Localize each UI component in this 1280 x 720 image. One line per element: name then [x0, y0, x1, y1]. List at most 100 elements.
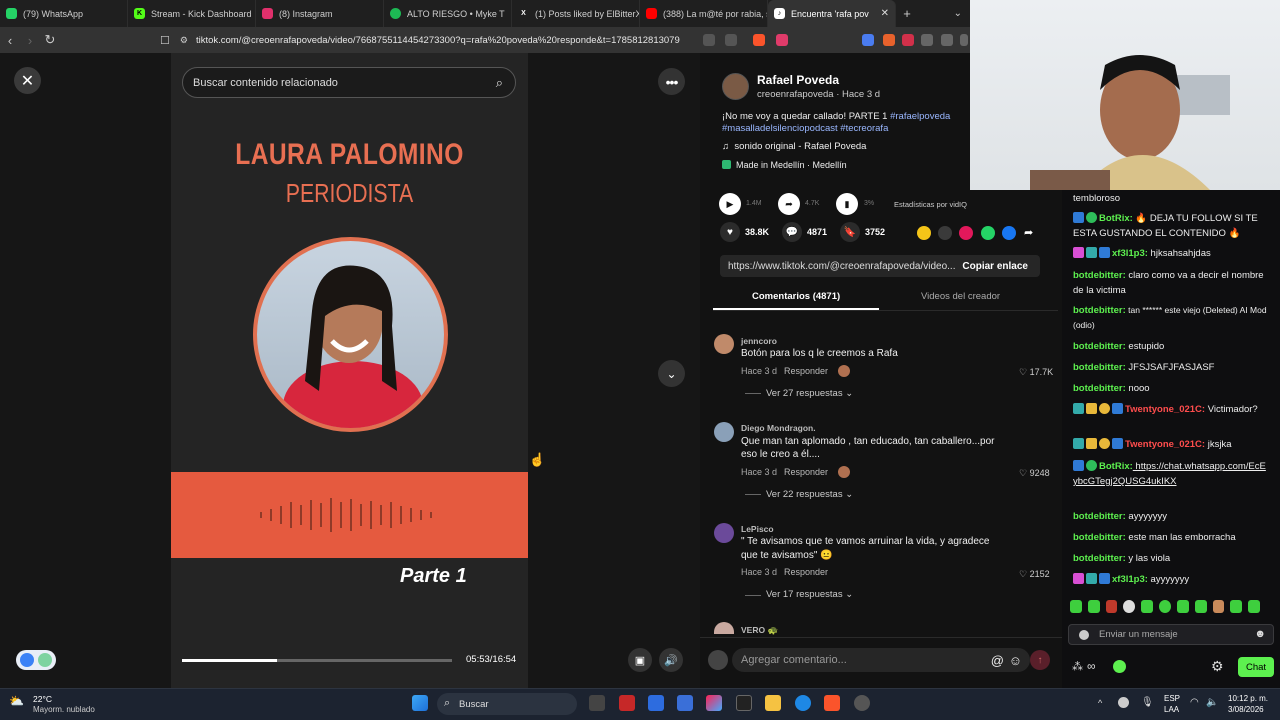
extension-m-icon[interactable] [902, 34, 914, 46]
comment-user[interactable]: jenncoro [741, 336, 777, 346]
tab-kick[interactable]: K Stream - Kick Dashboard [128, 0, 256, 27]
weather-temp[interactable]: 22°C [33, 694, 52, 704]
tab-whatsapp[interactable]: (79) WhatsApp [0, 0, 128, 27]
share-send-icon[interactable] [959, 226, 973, 240]
author-name[interactable]: Rafael Poveda [757, 73, 839, 87]
app-store-icon[interactable] [648, 695, 664, 711]
reload-icon[interactable]: ↻ [40, 32, 60, 48]
emote-icon[interactable] [1141, 600, 1154, 613]
terminal-icon[interactable] [736, 695, 752, 711]
windows-start-icon[interactable] [412, 695, 428, 711]
emoji-icon[interactable]: ☻ [1254, 628, 1266, 640]
emote-icon[interactable] [1105, 600, 1118, 613]
facebook-share-icon[interactable] [1002, 226, 1016, 240]
comment-like[interactable]: ♡ 17.7K [1019, 367, 1053, 378]
close-tab-icon[interactable]: ✕ [881, 8, 889, 19]
comment-like[interactable]: ♡ 2152 [1019, 569, 1050, 580]
search-icon[interactable]: ⌕ [496, 75, 503, 91]
infinity-icon[interactable]: ∞ [1087, 659, 1096, 673]
related-search-input[interactable]: Buscar contenido relacionado ⌕ [182, 67, 516, 98]
comment-avatar[interactable] [714, 523, 734, 543]
emote-icon[interactable] [1070, 600, 1082, 613]
translate-icon[interactable] [725, 34, 737, 46]
more-options-button[interactable]: ••• [658, 68, 685, 95]
site-info-icon[interactable]: ⚙ [180, 35, 188, 46]
more-share-icon[interactable]: ➦ [1024, 226, 1033, 239]
embed-icon[interactable] [938, 226, 952, 240]
save-button[interactable]: 🔖 [840, 222, 860, 242]
taskbar-search[interactable]: ⌕ Buscar [437, 693, 577, 715]
brave-icon[interactable] [824, 695, 840, 711]
pip-button[interactable]: ▣ [628, 648, 652, 672]
screen-cast-icon[interactable] [703, 34, 715, 46]
comment-like[interactable]: ♡ 9248 [1019, 468, 1050, 479]
tab-creator-videos[interactable]: Videos del creador [921, 291, 1000, 302]
view-replies-button[interactable]: Ver 17 respuestas ⌄ [766, 589, 853, 600]
comment-button[interactable]: 💬 [782, 222, 802, 242]
tab-list-chevron-icon[interactable]: ⌄ [954, 8, 962, 19]
url-field[interactable]: tiktok.com/@creoenrafapoveda/video/76687… [196, 35, 680, 46]
tab-tiktok[interactable]: ♪ Encuentra 'rafa pov ✕ [768, 0, 896, 27]
clock-date[interactable]: 3/08/2026 [1228, 705, 1264, 714]
post-comment-button[interactable]: ↑ [1030, 650, 1050, 670]
comment-user[interactable]: VERO 🐢 [741, 625, 778, 636]
author-handle[interactable]: creoenrafapoveda · Hace 3 d [757, 89, 880, 100]
extension-fox-icon[interactable] [883, 34, 895, 46]
wifi-icon[interactable]: ◠ [1190, 697, 1199, 708]
language-code[interactable]: ESP [1164, 694, 1180, 703]
sound-row[interactable]: ♫ sonido original - Rafael Poveda [722, 141, 866, 152]
extension-translate-icon[interactable] [862, 34, 874, 46]
weather-desc[interactable]: Mayorm. nublado [33, 705, 95, 714]
video-progress-bar[interactable] [182, 659, 452, 662]
whatsapp-share-icon[interactable] [981, 226, 995, 240]
microphone-icon[interactable]: 🎙 [1141, 697, 1154, 708]
back-icon[interactable]: ‹ [0, 33, 20, 48]
play-stats-button[interactable]: ▶ [719, 193, 741, 215]
next-video-button[interactable]: ⌄ [658, 360, 685, 387]
comment-user[interactable]: LePisco [741, 524, 774, 534]
kick-logo-icon[interactable] [1113, 660, 1126, 673]
emote-icon[interactable] [1159, 600, 1171, 613]
emote-icon[interactable] [1176, 600, 1189, 613]
chat-emote-icon[interactable]: ⁂ [1072, 660, 1083, 673]
obs-icon[interactable] [854, 695, 870, 711]
app-grid-icon[interactable] [677, 695, 693, 711]
file-explorer-icon[interactable] [765, 695, 781, 711]
author-avatar[interactable] [722, 73, 749, 100]
sidebar-icon[interactable] [960, 34, 968, 46]
post-link[interactable]: https://www.tiktok.com/@creoenrafapoveda… [728, 261, 955, 272]
keyboard-layout[interactable]: LAA [1164, 705, 1179, 714]
tray-app-icon[interactable] [1118, 697, 1129, 708]
bar-stats-button[interactable]: ▮ [836, 193, 858, 215]
view-replies-button[interactable]: Ver 27 respuestas ⌄ [766, 388, 853, 399]
like-button[interactable]: ♥ [720, 222, 740, 242]
clock-time[interactable]: 10:12 p. m. [1228, 694, 1268, 703]
forward-icon[interactable]: › [20, 33, 40, 48]
reply-button[interactable]: Responder [784, 467, 828, 477]
comment-avatar[interactable] [714, 422, 734, 442]
new-tab-button[interactable]: + [896, 6, 918, 21]
share-stats-button[interactable]: ➦ [778, 193, 800, 215]
volume-button[interactable]: 🔊 [659, 648, 683, 672]
close-video-button[interactable]: ✕ [14, 67, 41, 94]
task-view-icon[interactable] [589, 695, 605, 711]
chat-send-button[interactable]: Chat [1238, 657, 1274, 677]
tray-chevron-icon[interactable]: ^ [1098, 698, 1102, 708]
comment-avatar[interactable] [714, 334, 734, 354]
comment-user[interactable]: Diego Mondragon. [741, 423, 816, 433]
mention-icon[interactable]: @ [991, 653, 1004, 668]
tab-youtube[interactable]: (388) La m@té por rabia, s [640, 0, 768, 27]
extensions-puzzle-icon[interactable] [921, 34, 933, 46]
share-repost-icon[interactable] [917, 226, 931, 240]
emote-icon[interactable] [1230, 600, 1243, 613]
location-row[interactable]: Made in Medellín · Medellín [722, 160, 847, 170]
edge-icon[interactable] [795, 695, 811, 711]
app-power-icon[interactable] [619, 695, 635, 711]
tab-instagram[interactable]: (8) Instagram [256, 0, 384, 27]
settings-gear-icon[interactable]: ⚙ [1211, 658, 1224, 675]
bookmark-icon[interactable]: ☐ [160, 34, 170, 47]
emote-icon[interactable] [1248, 600, 1260, 613]
comment-input[interactable]: Agregar comentario... @ ☺ [732, 648, 1030, 672]
download-icon[interactable] [941, 34, 953, 46]
chat-message-input[interactable]: Enviar un mensaje ☻ [1068, 624, 1274, 645]
